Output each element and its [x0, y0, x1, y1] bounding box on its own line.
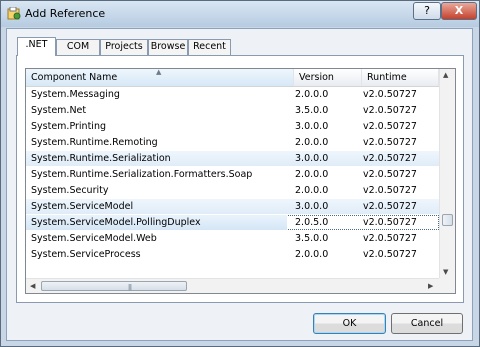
list-header: ▲ Component Name Version Runtime — [26, 69, 439, 87]
component-name: System.Security — [31, 185, 109, 196]
component-version: 2.0.0.0 — [295, 89, 329, 100]
ok-button[interactable]: OK — [313, 313, 386, 334]
list-item[interactable]: System.ServiceProcess 2.0.0.0 v2.0.50727 — [26, 247, 439, 262]
window-title: Add Reference — [25, 7, 106, 20]
component-runtime: v2.0.50727 — [363, 169, 417, 180]
list-item-selected[interactable]: System.ServiceModel.PollingDuplex 2.0.5.… — [26, 215, 439, 230]
tab-browse[interactable]: Browse — [148, 39, 188, 55]
component-name: System.Runtime.Serialization — [31, 153, 171, 164]
component-version: 2.0.0.0 — [295, 249, 329, 260]
list-item[interactable]: System.Printing 3.0.0.0 v2.0.50727 — [26, 119, 439, 134]
horizontal-scroll-thumb[interactable]: ||| — [41, 281, 187, 291]
scrollbar-corner — [439, 278, 455, 293]
component-runtime: v2.0.50727 — [363, 105, 417, 116]
close-button[interactable]: X — [441, 2, 477, 20]
scroll-right-arrow-icon[interactable]: ▶ — [428, 282, 433, 290]
tab-projects[interactable]: Projects — [100, 39, 148, 55]
component-name: System.ServiceModel — [31, 201, 134, 212]
column-header-runtime[interactable]: Runtime — [362, 69, 439, 86]
vertical-scrollbar[interactable]: ▲ ▼ — [439, 69, 455, 278]
component-runtime: v2.0.50727 — [363, 121, 417, 132]
component-runtime: v2.0.50727 — [363, 201, 417, 212]
component-name: System.ServiceModel.Web — [31, 233, 157, 244]
list-item[interactable]: System.ServiceModel.Web 3.5.0.0 v2.0.507… — [26, 231, 439, 246]
component-runtime: v2.0.50727 — [363, 233, 417, 244]
tab-com[interactable]: COM — [56, 39, 100, 55]
vertical-scroll-thumb[interactable] — [442, 214, 453, 226]
component-list[interactable]: ▲ Component Name Version Runtime System.… — [25, 68, 456, 294]
component-version: 3.5.0.0 — [295, 105, 329, 116]
sort-ascending-icon: ▲ — [156, 68, 162, 76]
component-name: System.Printing — [31, 121, 106, 132]
component-version: 2.0.0.0 — [295, 169, 329, 180]
scroll-left-arrow-icon[interactable]: ◀ — [30, 282, 35, 290]
tab-panel: ▲ Component Name Version Runtime System.… — [16, 55, 464, 303]
title-bar[interactable]: Add Reference ? X — [1, 1, 479, 27]
component-runtime: v2.0.50727 — [363, 185, 417, 196]
component-version: 3.5.0.0 — [295, 233, 329, 244]
tab-recent[interactable]: Recent — [188, 39, 231, 55]
scroll-down-arrow-icon[interactable]: ▼ — [443, 268, 448, 276]
list-item[interactable]: System.Runtime.Serialization 3.0.0.0 v2.… — [26, 151, 439, 166]
component-runtime: v2.0.50727 — [363, 153, 417, 164]
list-item[interactable]: System.Security 2.0.0.0 v2.0.50727 — [26, 183, 439, 198]
component-version: 3.0.0.0 — [295, 153, 329, 164]
component-runtime: v2.0.50727 — [363, 249, 417, 260]
list-item[interactable]: System.Messaging 2.0.0.0 v2.0.50727 — [26, 87, 439, 102]
component-runtime: v2.0.50727 — [363, 137, 417, 148]
column-header-component-name[interactable]: ▲ Component Name — [26, 69, 294, 86]
column-header-version[interactable]: Version — [294, 69, 362, 86]
help-button[interactable]: ? — [413, 2, 441, 20]
component-version: 2.0.5.0 — [295, 217, 329, 228]
component-runtime: v2.0.50727 — [363, 89, 417, 100]
scroll-grip-icon: ||| — [128, 284, 132, 291]
horizontal-scrollbar[interactable]: ◀ ||| ▶ — [26, 278, 439, 293]
cancel-button[interactable]: Cancel — [391, 313, 463, 334]
list-item[interactable]: System.Net 3.5.0.0 v2.0.50727 — [26, 103, 439, 118]
list-item[interactable]: System.Runtime.Serialization.Formatters.… — [26, 167, 439, 182]
component-name: System.Messaging — [31, 89, 120, 100]
column-header-label: Component Name — [31, 72, 118, 83]
component-name: System.Runtime.Serialization.Formatters.… — [31, 169, 253, 180]
dialog-icon — [7, 7, 21, 20]
component-version: 2.0.0.0 — [295, 137, 329, 148]
list-item[interactable]: System.Runtime.Remoting 2.0.0.0 v2.0.507… — [26, 135, 439, 150]
component-name: System.Net — [31, 105, 87, 116]
add-reference-dialog: Add Reference ? X .NET COM Projects Brow… — [0, 0, 480, 347]
component-runtime: v2.0.50727 — [363, 217, 417, 228]
tab-dotnet[interactable]: .NET — [17, 37, 56, 56]
component-name: System.ServiceModel.PollingDuplex — [26, 215, 287, 230]
dialog-body: .NET COM Projects Browse Recent ▲ Compon… — [6, 28, 473, 341]
list-item[interactable]: System.ServiceModel 3.0.0.0 v2.0.50727 — [26, 199, 439, 214]
component-name: System.Runtime.Remoting — [31, 137, 158, 148]
scroll-up-arrow-icon[interactable]: ▲ — [443, 71, 448, 79]
component-version: 2.0.0.0 — [295, 185, 329, 196]
component-version: 3.0.0.0 — [295, 201, 329, 212]
component-version: 3.0.0.0 — [295, 121, 329, 132]
component-name: System.ServiceProcess — [31, 249, 141, 260]
